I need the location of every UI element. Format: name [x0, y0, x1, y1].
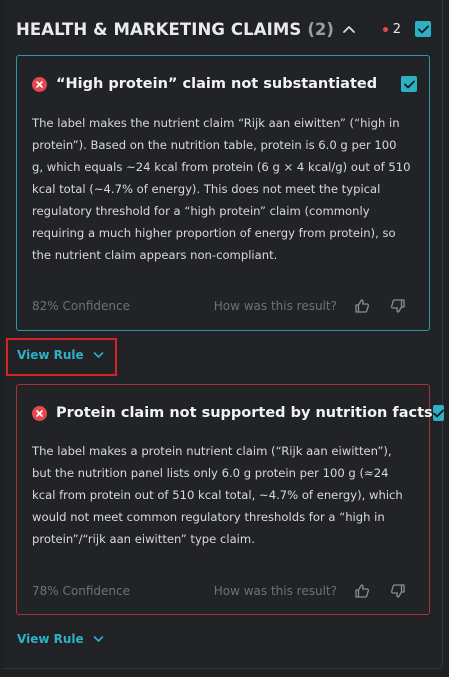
feedback-question: How was this result? [213, 299, 337, 313]
card-footer: 78% Confidence How was this result? [32, 582, 407, 600]
card-title: Protein claim not supported by nutrition… [56, 405, 433, 421]
card-checkbox[interactable] [401, 76, 417, 92]
claim-card: “High protein” claim not substantiated T… [16, 55, 430, 331]
card-header: Protein claim not supported by nutrition… [32, 405, 444, 421]
card-title: “High protein” claim not substantiated [56, 76, 378, 92]
chevron-up-icon[interactable] [342, 22, 356, 36]
view-rule-label: View Rule [17, 632, 84, 646]
claim-card: Protein claim not supported by nutrition… [16, 384, 444, 615]
confidence-score: 78% Confidence [32, 584, 130, 598]
feedback-question: How was this result? [213, 584, 337, 598]
thumbs-down-icon[interactable] [389, 297, 407, 315]
check-icon [417, 25, 429, 33]
card-description: The label makes a protein nutrient claim… [32, 444, 403, 546]
card-checkbox[interactable] [432, 405, 444, 421]
card-header: “High protein” claim not substantiated [32, 76, 417, 92]
card-footer: 82% Confidence How was this result? [32, 297, 407, 315]
chevron-down-icon [93, 633, 105, 645]
issue-summary: 2 [382, 21, 431, 37]
section-header[interactable]: HEALTH & MARKETING CLAIMS (2) 2 [16, 14, 431, 44]
issue-count: 2 [392, 21, 401, 37]
thumbs-up-icon[interactable] [353, 297, 371, 315]
error-dot-icon [382, 26, 388, 32]
section-count: (2) [307, 19, 334, 39]
thumbs-up-icon[interactable] [353, 582, 371, 600]
check-icon [432, 409, 444, 417]
view-rule-toggle[interactable]: View Rule [17, 632, 105, 646]
error-icon [32, 76, 47, 92]
error-icon [32, 405, 47, 421]
select-all-checkbox[interactable] [415, 21, 431, 37]
chevron-down-icon [93, 349, 105, 361]
section-title: HEALTH & MARKETING CLAIMS [16, 19, 302, 39]
view-rule-toggle[interactable]: View Rule [17, 348, 105, 362]
check-icon [403, 80, 415, 88]
confidence-score: 82% Confidence [32, 299, 130, 313]
thumbs-down-icon[interactable] [389, 582, 407, 600]
card-description: The label makes the nutrient claim “Rijk… [32, 116, 411, 262]
claims-panel: HEALTH & MARKETING CLAIMS (2) 2 “High pr… [4, 0, 444, 669]
view-rule-label: View Rule [17, 348, 84, 362]
